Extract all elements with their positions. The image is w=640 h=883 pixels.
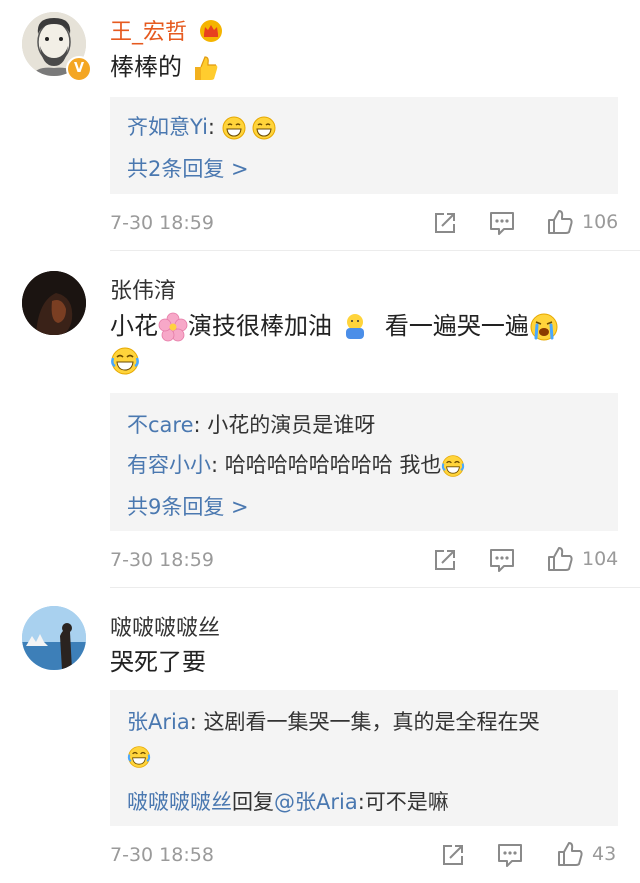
avatar[interactable]	[22, 271, 86, 335]
more-replies-link[interactable]: 共9条回复 >	[127, 491, 249, 521]
comment-button[interactable]	[496, 842, 524, 868]
grin-emoji	[222, 116, 246, 140]
reply-author[interactable]: 不care	[127, 413, 194, 437]
laugh-cry-emoji	[442, 455, 465, 477]
timestamp: 7-30 18:59	[110, 549, 214, 571]
comment-text: 棒棒的	[110, 50, 220, 84]
reply-line: 不care: 小花的演员是谁呀	[127, 413, 376, 437]
reply-line: 齐如意Yi:	[127, 111, 276, 141]
reply-author[interactable]: 啵啵啵啵丝	[127, 790, 232, 814]
verified-v-icon: V	[66, 56, 92, 82]
username[interactable]: 张伟淯	[110, 273, 176, 305]
like-count: 43	[592, 843, 617, 865]
reply-author[interactable]: 张Aria	[127, 710, 190, 734]
timestamp: 7-30 18:59	[110, 212, 214, 234]
comment-button[interactable]	[488, 210, 516, 236]
like-button[interactable]: 106	[546, 208, 618, 236]
comment-icon	[490, 549, 514, 572]
share-icon	[443, 845, 463, 865]
share-icon	[435, 550, 455, 570]
comment-icon	[498, 844, 522, 867]
grin-emoji	[252, 116, 276, 140]
reply-line: 啵啵啵啵丝回复@张Aria:可不是嘛	[127, 790, 449, 814]
share-button[interactable]	[432, 547, 458, 573]
comment-button[interactable]	[488, 547, 516, 573]
reply-line: 有容小小: 哈哈哈哈哈哈哈哈 我也	[127, 449, 465, 479]
reply-box[interactable]: 不care: 小花的演员是谁呀 有容小小: 哈哈哈哈哈哈哈哈 我也 共9条回复 …	[110, 393, 618, 531]
thumbs-up-icon	[548, 547, 573, 571]
thumbs-up-icon	[558, 842, 583, 866]
reply-author[interactable]: 有容小小	[127, 453, 211, 477]
reply-author[interactable]: 齐如意Yi	[127, 115, 208, 139]
comment-icon	[490, 212, 514, 235]
like-button[interactable]: 104	[546, 545, 618, 573]
reply-line	[127, 744, 151, 769]
share-button[interactable]	[440, 842, 466, 868]
reply-box[interactable]: 张Aria: 这剧看一集哭一集，真的是全程在哭 啵啵啵啵丝回复@张Aria:可不…	[110, 690, 618, 826]
avatar[interactable]	[22, 606, 86, 670]
comment-text: 小花 演技很棒加油 看一遍哭一遍	[110, 309, 610, 377]
hug-emoji	[345, 314, 364, 339]
comment-text: 哭死了要	[110, 648, 206, 676]
comment-2: 张伟淯 小花 演技很棒加油 看一遍哭一遍 不care: 小花的演员是谁呀 有容小…	[0, 251, 640, 587]
comment-3: 啵啵啵啵丝 哭死了要 张Aria: 这剧看一集哭一集，真的是全程在哭 啵啵啵啵丝…	[0, 588, 640, 883]
like-count: 104	[582, 548, 619, 570]
comment-1: V 王_宏哲 棒棒的 齐如意Yi: 共2条回复 > 7-30 18:59 106	[0, 0, 640, 250]
mention-link[interactable]: @张Aria	[274, 790, 358, 814]
crown-icon	[200, 20, 223, 42]
avatar-illustration	[22, 271, 86, 335]
reply-box[interactable]: 齐如意Yi: 共2条回复 >	[110, 97, 618, 194]
avatar-illustration	[22, 606, 86, 670]
reply-line: 张Aria: 这剧看一集哭一集，真的是全程在哭	[127, 710, 540, 734]
thumbs-up-emoji	[194, 56, 217, 80]
share-button[interactable]	[432, 210, 458, 236]
username[interactable]: 啵啵啵啵丝	[110, 610, 220, 642]
laugh-cry-emoji	[127, 746, 151, 768]
share-icon	[435, 213, 455, 233]
like-count: 106	[582, 211, 619, 233]
cherry-blossom-emoji	[158, 312, 188, 342]
more-replies-link[interactable]: 共2条回复 >	[127, 153, 249, 183]
username[interactable]: 王_宏哲	[110, 14, 224, 46]
like-button[interactable]: 43	[556, 840, 616, 868]
timestamp: 7-30 18:58	[110, 844, 214, 866]
crying-emoji	[530, 313, 558, 341]
thumbs-up-icon	[548, 210, 573, 234]
laugh-cry-emoji	[111, 347, 139, 375]
